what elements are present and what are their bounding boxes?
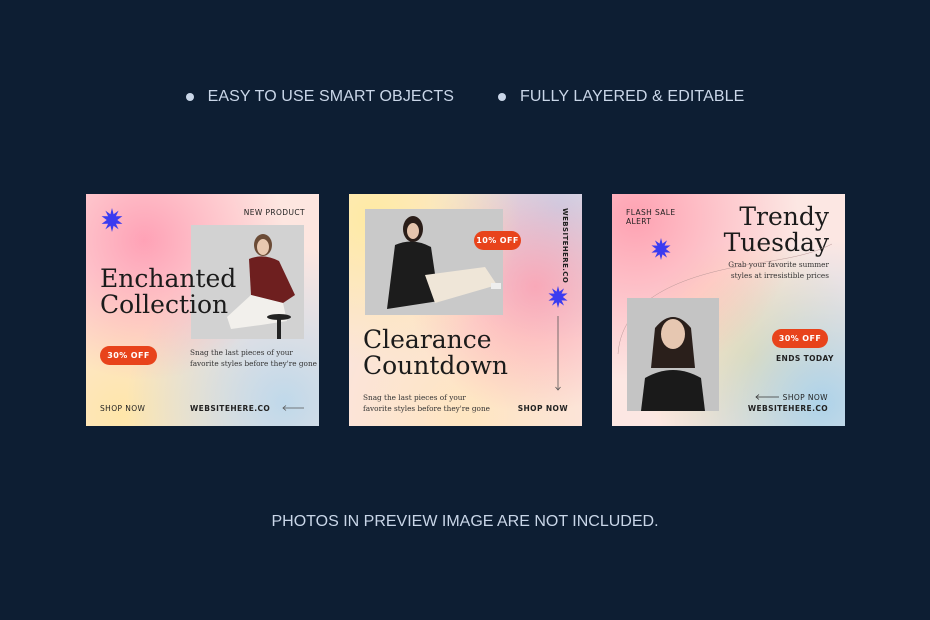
headline-line: Countdown	[363, 351, 508, 380]
body-line: Snag the last pieces of your	[190, 348, 293, 357]
product-photo	[627, 298, 719, 411]
feature-list: EASY TO USE SMART OBJECTS FULLY LAYERED …	[0, 88, 930, 106]
post-card-enchanted: NEW PRODUCT Enchanted Collection 30% OFF…	[86, 194, 319, 426]
arrow-left-icon	[282, 405, 304, 411]
discount-badge: 30% OFF	[772, 329, 828, 348]
post-card-clearance: 10% OFF WEBSITEHERE.CO Clearance Countdo…	[349, 194, 582, 426]
card-body: Snag the last pieces of your favorite st…	[363, 392, 490, 414]
shop-now-link[interactable]: SHOP NOW	[100, 404, 145, 413]
website-label: WEBSITEHERE.CO	[747, 404, 828, 413]
tag-line: ALERT	[626, 217, 652, 226]
body-line: Snag the last pieces of your	[363, 393, 466, 402]
feature-item: FULLY LAYERED & EDITABLE	[498, 88, 744, 106]
tag-line: FLASH SALE	[626, 208, 676, 217]
star-burst-icon	[548, 286, 568, 308]
headline-line: Clearance	[363, 325, 492, 354]
body-line: favorite styles before they're gone	[190, 359, 317, 368]
bullet-icon	[498, 93, 506, 101]
headline-line: Trendy	[739, 202, 829, 231]
body-line: favorite styles before they're gone	[363, 404, 490, 413]
disclaimer-note: PHOTOS IN PREVIEW IMAGE ARE NOT INCLUDED…	[271, 513, 659, 530]
product-photo	[365, 209, 503, 315]
feature-item: EASY TO USE SMART OBJECTS	[185, 88, 454, 106]
card-body: Snag the last pieces of your favorite st…	[190, 347, 317, 369]
headline-line: Enchanted	[100, 264, 237, 293]
card-tag: FLASH SALE ALERT	[626, 208, 676, 226]
discount-badge: 30% OFF	[100, 346, 157, 365]
feature-label: FULLY LAYERED & EDITABLE	[520, 88, 745, 105]
model-photo-placeholder	[627, 298, 719, 411]
discount-badge: 10% OFF	[474, 231, 521, 250]
shop-now-link[interactable]: SHOP NOW	[783, 393, 828, 402]
card-tag: NEW PRODUCT	[243, 208, 305, 217]
arrow-left-icon	[755, 394, 779, 400]
website-label: WEBSITEHERE.CO	[190, 404, 271, 413]
post-card-trendy: FLASH SALE ALERT Trendy Tuesday Grab you…	[612, 194, 845, 426]
bullet-icon	[185, 93, 194, 101]
star-burst-icon	[101, 208, 123, 232]
card-headline: Enchanted Collection	[100, 266, 236, 318]
shop-now-link[interactable]: SHOP NOW	[518, 404, 568, 413]
model-photo-placeholder	[365, 209, 503, 315]
feature-label: EASY TO USE SMART OBJECTS	[207, 88, 454, 105]
arrow-down-icon	[555, 316, 561, 391]
website-vertical-label: WEBSITEHERE.CO	[561, 208, 569, 284]
headline-line: Collection	[100, 290, 229, 319]
ends-today-label: ENDS TODAY	[776, 354, 834, 363]
card-headline: Clearance Countdown	[363, 327, 508, 379]
